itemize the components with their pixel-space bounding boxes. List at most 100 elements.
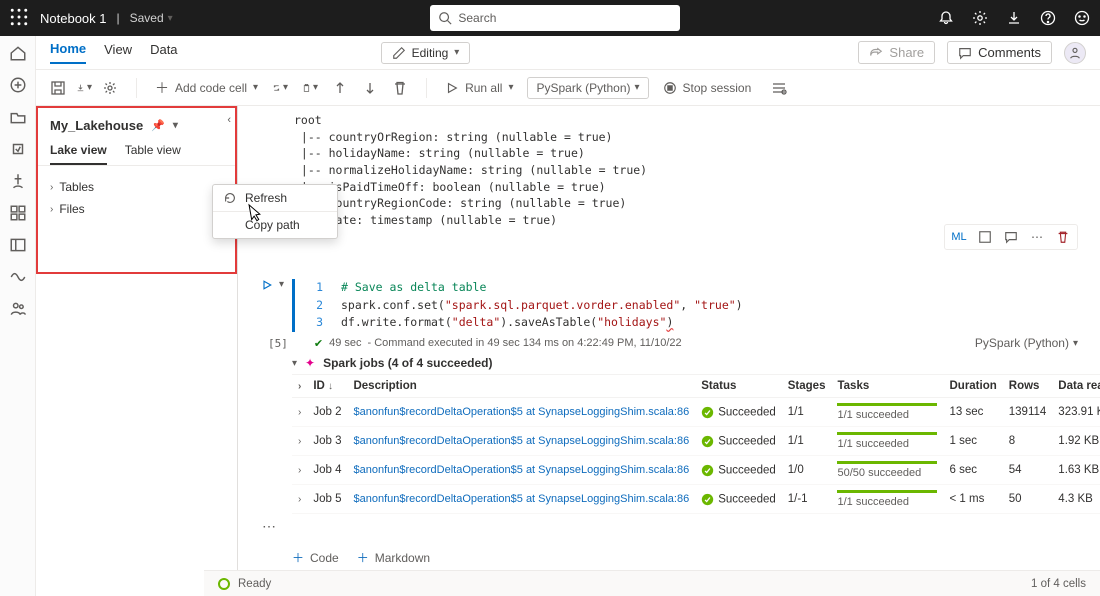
download-icon[interactable]: ▾: [76, 80, 92, 96]
lake-view-tab[interactable]: Lake view: [50, 143, 107, 165]
job-rows: 54: [1003, 456, 1053, 485]
more-actions-icon[interactable]: ⋯: [1027, 227, 1047, 247]
nav-apps-icon[interactable]: [9, 204, 27, 222]
share-button[interactable]: Share: [858, 41, 935, 64]
collapse-spark-jobs-icon[interactable]: ▾: [292, 358, 297, 369]
download-icon[interactable]: [1006, 10, 1022, 26]
menu-refresh[interactable]: Refresh: [213, 185, 337, 211]
col-id[interactable]: ID: [313, 380, 325, 392]
col-description[interactable]: Description: [347, 375, 695, 398]
delete-cell-icon[interactable]: [1053, 227, 1073, 247]
tree-tables[interactable]: › Tables ⋯: [38, 176, 235, 198]
add-code-button[interactable]: ＋Code: [292, 549, 339, 566]
saved-status[interactable]: Saved ▾: [130, 11, 173, 25]
cell-count: 1 of 4 cells: [1031, 578, 1086, 590]
nav-create-icon[interactable]: [9, 76, 27, 94]
expand-row-icon[interactable]: ›: [298, 436, 301, 447]
ml-button[interactable]: ML: [949, 227, 969, 247]
kernel-select[interactable]: PySpark (Python) ▾: [527, 77, 648, 99]
add-markdown-button[interactable]: ＋Markdown: [357, 549, 430, 566]
editing-mode-button[interactable]: Editing ▾: [381, 42, 471, 64]
nav-browse-icon[interactable]: [9, 108, 27, 126]
status-bar: Ready 1 of 4 cells: [204, 570, 1100, 596]
move-down-icon[interactable]: [362, 80, 378, 96]
stop-session-button[interactable]: Stop session: [663, 81, 752, 95]
code-editor[interactable]: 1# Save as delta table 2spark.conf.set("…: [292, 279, 1100, 332]
nav-monitor-icon[interactable]: [9, 268, 27, 286]
job-rows: 8: [1003, 427, 1053, 456]
col-tasks[interactable]: Tasks: [831, 375, 943, 398]
job-duration: 6 sec: [943, 456, 1002, 485]
comment-cell-icon[interactable]: [1001, 227, 1021, 247]
col-duration[interactable]: Duration: [943, 375, 1002, 398]
nav-favorites-icon[interactable]: [9, 172, 27, 190]
job-description-link[interactable]: $anonfun$recordDeltaOperation$5 at Synap…: [353, 464, 689, 476]
spark-jobs-title: Spark jobs (4 of 4 succeeded): [323, 356, 492, 370]
clipboard-icon[interactable]: ▾: [302, 80, 318, 96]
tab-data[interactable]: Data: [150, 42, 177, 63]
job-rows: 139114: [1003, 398, 1053, 427]
col-status[interactable]: Status: [695, 375, 782, 398]
job-dataread: 1.63 KB: [1052, 456, 1100, 485]
comments-button[interactable]: Comments: [947, 41, 1052, 64]
nav-people-icon[interactable]: [9, 300, 27, 318]
nav-onelake-icon[interactable]: [9, 140, 27, 158]
expand-row-icon[interactable]: ›: [298, 465, 301, 476]
pin-icon[interactable]: 📌: [151, 119, 165, 132]
tab-view[interactable]: View: [104, 42, 132, 63]
job-status: Succeeded: [695, 427, 782, 456]
bell-icon[interactable]: [938, 10, 954, 26]
job-description-link[interactable]: $anonfun$recordDeltaOperation$5 at Synap…: [353, 406, 689, 418]
search-box[interactable]: Search: [430, 5, 680, 31]
job-dataread: 4.3 KB: [1052, 485, 1100, 514]
job-description-link[interactable]: $anonfun$recordDeltaOperation$5 at Synap…: [353, 435, 689, 447]
tree-files[interactable]: › Files: [38, 198, 235, 220]
job-description-link[interactable]: $anonfun$recordDeltaOperation$5 at Synap…: [353, 493, 689, 505]
collapse-sidebar-icon[interactable]: ‹: [227, 114, 231, 126]
col-rows[interactable]: Rows: [1003, 375, 1053, 398]
chevron-down-icon[interactable]: ▾: [279, 279, 284, 290]
lake-tabs: Lake view Table view: [38, 137, 235, 166]
convert-icon[interactable]: ▾: [272, 80, 288, 96]
run-below-icon[interactable]: [975, 227, 995, 247]
table-view-tab[interactable]: Table view: [125, 143, 181, 165]
chevron-down-icon: ▾: [635, 82, 640, 93]
tab-home[interactable]: Home: [50, 41, 86, 64]
expand-row-icon[interactable]: ›: [298, 494, 301, 505]
delete-icon[interactable]: [392, 80, 408, 96]
cell-lang-select[interactable]: PySpark (Python)▾: [975, 336, 1078, 350]
gear-icon[interactable]: [972, 10, 988, 26]
chevron-right-icon: ›: [50, 182, 53, 193]
nav-home-icon[interactable]: [9, 44, 27, 62]
expand-all-icon[interactable]: ›: [298, 381, 301, 392]
comment-icon: [958, 46, 972, 60]
notebook-title[interactable]: Notebook 1: [40, 11, 107, 26]
session-options-icon[interactable]: [771, 80, 787, 96]
chevron-down-icon[interactable]: ▾: [173, 120, 178, 131]
saved-label: Saved: [130, 11, 164, 25]
settings-icon[interactable]: [102, 80, 118, 96]
expand-row-icon[interactable]: ›: [298, 407, 301, 418]
save-icon[interactable]: [50, 80, 66, 96]
search-placeholder: Search: [458, 11, 496, 25]
comments-label: Comments: [978, 45, 1041, 60]
cell-more-icon[interactable]: ⋯: [262, 518, 1100, 535]
nav-workspaces-icon[interactable]: [9, 236, 27, 254]
run-cell-button[interactable]: ▾: [261, 279, 284, 291]
menu-copy-path[interactable]: Copy path: [213, 211, 337, 238]
user-avatar[interactable]: [1064, 42, 1086, 64]
separator: [136, 78, 137, 98]
col-dataread[interactable]: Data read: [1052, 375, 1100, 398]
job-id: Job 5: [307, 485, 347, 514]
add-code-label: Add code cell: [175, 81, 247, 95]
help-icon[interactable]: [1040, 10, 1056, 26]
feedback-icon[interactable]: [1074, 10, 1090, 26]
context-menu: Refresh Copy path: [212, 184, 338, 239]
lakehouse-title: My_Lakehouse: [50, 118, 143, 133]
add-code-cell-button[interactable]: ＋ Add code cell ▾: [155, 78, 258, 98]
col-stages[interactable]: Stages: [782, 375, 832, 398]
app-launcher-icon[interactable]: [10, 8, 28, 29]
move-up-icon[interactable]: [332, 80, 348, 96]
job-stages: 1/1: [782, 398, 832, 427]
run-all-button[interactable]: Run all ▾: [445, 81, 513, 95]
